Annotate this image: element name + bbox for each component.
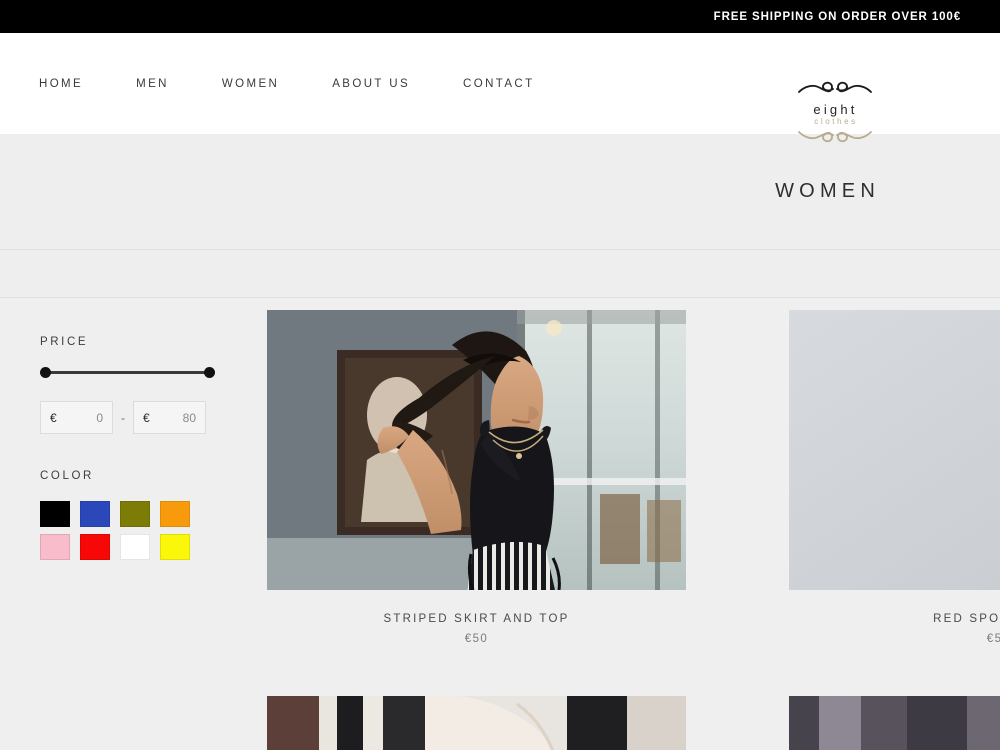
price-range-separator: - (121, 410, 125, 425)
filter-sidebar: PRICE € 0 - € 80 COLOR (0, 298, 267, 750)
color-swatch-pink[interactable] (40, 534, 70, 560)
color-swatch-olive[interactable] (120, 501, 150, 527)
price-max-value: 80 (182, 410, 196, 425)
color-filter-label: COLOR (40, 470, 94, 482)
product-card[interactable] (267, 696, 686, 750)
product-name: RED SPORTS TEE (933, 613, 1000, 625)
color-swatch-black[interactable] (40, 501, 70, 527)
logo-flourish-bottom-icon (797, 128, 873, 150)
slider-handle-min[interactable] (40, 367, 51, 378)
price-max-field[interactable]: € 80 (133, 401, 206, 434)
color-swatch-grid (40, 501, 190, 560)
logo-subtext: clothes (814, 117, 858, 126)
product-image-white-dress-partial[interactable] (267, 696, 686, 750)
price-input-group: € 0 - € 80 (40, 401, 267, 434)
product-name: STRIPED SKIRT AND TOP (383, 613, 570, 625)
color-swatch-white[interactable] (120, 534, 150, 560)
slider-handle-max[interactable] (204, 367, 215, 378)
nav-item-home[interactable]: HOME (39, 72, 83, 96)
nav-item-men[interactable]: MEN (136, 72, 169, 96)
slider-track (45, 371, 210, 374)
price-range-slider[interactable] (40, 367, 215, 379)
price-filter-label: PRICE (40, 336, 89, 348)
product-image-striped-skirt-and-top[interactable] (267, 310, 686, 590)
product-card[interactable]: RED SPORTS TEE €50 (789, 310, 1000, 696)
nav-item-about-us[interactable]: ABOUT US (332, 72, 410, 96)
currency-symbol-min: € (50, 410, 57, 425)
product-card[interactable] (789, 696, 1000, 750)
product-grid: STRIPED SKIRT AND TOP €50 RED SPO €5 (267, 298, 1000, 750)
product-image-dark-outfit-partial[interactable] (789, 696, 1000, 750)
price-min-value: 0 (96, 410, 103, 425)
sort-toolbar (0, 250, 1000, 298)
content-area: PRICE € 0 - € 80 COLOR STRIPED SKIRT AND… (0, 298, 1000, 750)
color-swatch-orange[interactable] (160, 501, 190, 527)
nav-item-contact[interactable]: CONTACT (463, 72, 535, 96)
nav-item-women[interactable]: WOMEN (222, 72, 279, 96)
color-swatch-yellow[interactable] (160, 534, 190, 560)
currency-symbol-max: € (143, 410, 150, 425)
product-image-red-sports-tee[interactable] (789, 310, 1000, 590)
announcement-text: FREE SHIPPING ON ORDER OVER 100€ (713, 10, 961, 23)
color-swatch-blue[interactable] (80, 501, 110, 527)
category-banner: WOMEN (0, 134, 1000, 250)
brand-logo[interactable]: eight clothes (795, 81, 875, 145)
site-header: HOME MEN WOMEN ABOUT US CONTACT eight cl… (0, 33, 1000, 143)
logo-wordmark: eight (813, 102, 858, 117)
price-min-field[interactable]: € 0 (40, 401, 113, 434)
main-navigation: HOME MEN WOMEN ABOUT US CONTACT (0, 72, 535, 96)
logo-flourish-top-icon (797, 78, 873, 102)
product-price: €50 (986, 633, 1000, 645)
product-price: €50 (464, 633, 489, 645)
product-card[interactable]: STRIPED SKIRT AND TOP €50 (267, 310, 686, 696)
page-title: WOMEN (775, 180, 880, 202)
announcement-bar: FREE SHIPPING ON ORDER OVER 100€ (0, 0, 1000, 33)
color-swatch-red[interactable] (80, 534, 110, 560)
